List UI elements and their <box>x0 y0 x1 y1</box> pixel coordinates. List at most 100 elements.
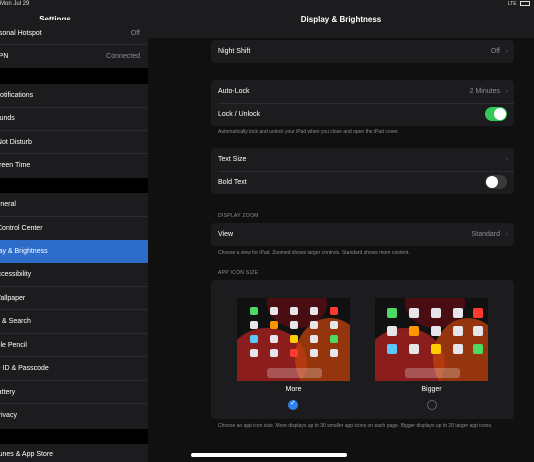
app-icon-bigger-preview[interactable] <box>375 298 488 381</box>
app-icon <box>431 326 441 336</box>
app-icon <box>310 335 318 343</box>
battery-icon <box>520 1 530 7</box>
text-card: Text Size › Bold Text <box>211 148 514 194</box>
sidebar-item-control-center[interactable]: Control Center <box>0 217 148 240</box>
app-icon <box>409 308 419 318</box>
sidebar-item-label: Face ID & Passcode <box>0 365 49 372</box>
checkmark-icon: ✓ <box>290 400 296 407</box>
sidebar-item-general[interactable]: General <box>0 193 148 216</box>
sidebar-item-label: General <box>0 201 16 208</box>
option-more-radio[interactable]: ✓ <box>288 400 298 410</box>
app-icon-footnote: Choose an app icon size. More displays u… <box>218 423 493 429</box>
sidebar-item-do-not-disturb[interactable]: Do Not Disturb <box>0 131 148 154</box>
row-label: Lock / Unlock <box>218 111 261 118</box>
sidebar-item-apple-pencil[interactable]: Apple Pencil <box>0 334 148 357</box>
app-icon <box>431 308 441 318</box>
sidebar-item-label: Accessibility <box>0 271 32 278</box>
app-icon <box>387 344 397 354</box>
sidebar-item-label: Privacy <box>0 412 17 419</box>
app-icon <box>409 344 419 354</box>
chevron-right-icon: › <box>505 231 508 238</box>
row-label: Text Size <box>218 156 247 163</box>
view-footnote: Choose a view for iPad. Zoomed shows lar… <box>218 250 410 256</box>
sidebar-item-screen-time[interactable]: Screen Time <box>0 154 148 177</box>
bold-text-row: Bold Text <box>211 171 514 194</box>
row-value: 2 Minutes <box>469 88 500 95</box>
lock-card: Auto-Lock 2 Minutes › Lock / Unlock <box>211 80 514 126</box>
app-icon <box>330 335 338 343</box>
app-icon <box>290 349 298 357</box>
night-shift-row[interactable]: Night Shift Off › <box>211 40 514 63</box>
app-icon <box>473 308 483 318</box>
sidebar: Mon Jul 29 Settings Personal Hotspot Off… <box>0 0 148 462</box>
sidebar-item-itunes-app-store[interactable]: iTunes & App Store <box>0 443 148 462</box>
app-icon <box>330 307 338 315</box>
sidebar-item-siri-search[interactable]: Siri & Search <box>0 310 148 333</box>
sidebar-item-battery[interactable]: Battery <box>0 381 148 404</box>
app-icon <box>250 349 258 357</box>
app-icon <box>453 326 463 336</box>
app-icon-grid <box>375 298 488 381</box>
app-icon-more-preview[interactable] <box>237 298 350 381</box>
app-icon <box>290 321 298 329</box>
page-title: Display & Brightness <box>300 15 382 24</box>
sidebar-item-face-id-passcode[interactable]: Face ID & Passcode <box>0 357 148 380</box>
sidebar-item-label: Display & Brightness <box>0 248 48 255</box>
app-icon <box>453 308 463 318</box>
app-icon <box>250 307 258 315</box>
bold-text-toggle[interactable] <box>485 175 507 189</box>
option-bigger-radio[interactable] <box>427 400 437 410</box>
sidebar-item-wallpaper[interactable]: Wallpaper <box>0 287 148 310</box>
sidebar-item-personal-hotspot[interactable]: Personal Hotspot Off <box>0 22 148 45</box>
sidebar-item-label: Siri & Search <box>0 318 31 325</box>
sidebar-item-accessibility[interactable]: Accessibility <box>0 263 148 286</box>
app-icon <box>290 335 298 343</box>
app-icon <box>270 335 278 343</box>
app-icon <box>270 321 278 329</box>
view-row[interactable]: View Standard › <box>211 223 514 246</box>
option-bigger-label: Bigger <box>421 386 442 393</box>
row-label: Night Shift <box>218 48 251 55</box>
text-size-row[interactable]: Text Size › <box>211 148 514 171</box>
detail-pane: LTE Display & Brightness Night Shift Off… <box>148 0 534 462</box>
lock-footnote: Automatically lock and unlock your iPad … <box>218 129 399 135</box>
view-card: View Standard › <box>211 223 514 246</box>
app-icon <box>453 344 463 354</box>
sidebar-item-label: Do Not Disturb <box>0 139 32 146</box>
app-icon <box>310 349 318 357</box>
row-value: Off <box>490 48 500 55</box>
sidebar-item-vpn[interactable]: VPN Connected <box>0 45 148 68</box>
night-shift-card: Night Shift Off › <box>211 40 514 63</box>
sidebar-item-label: Notifications <box>0 92 34 99</box>
auto-lock-row[interactable]: Auto-Lock 2 Minutes › <box>211 80 514 103</box>
home-indicator[interactable] <box>191 453 347 457</box>
app-icon <box>270 349 278 357</box>
sidebar-item-display-brightness[interactable]: Display & Brightness <box>0 240 148 263</box>
sidebar-item-value: Off <box>130 30 140 37</box>
app-icon <box>250 335 258 343</box>
dock <box>267 368 322 378</box>
app-icon <box>330 349 338 357</box>
toggle-knob <box>486 176 498 188</box>
sidebar-item-label: Apple Pencil <box>0 342 27 349</box>
sidebar-item-value: Connected <box>106 53 140 60</box>
lock-unlock-toggle[interactable] <box>485 107 507 121</box>
sidebar-item-sounds[interactable]: Sounds <box>0 107 148 130</box>
sidebar-item-label: Sounds <box>0 115 15 122</box>
signal-label: LTE <box>507 1 517 7</box>
sidebar-item-label: Battery <box>0 389 16 396</box>
app-icon <box>473 326 483 336</box>
sidebar-item-label: iTunes & App Store <box>0 451 54 458</box>
sidebar-item-privacy[interactable]: Privacy <box>0 404 148 427</box>
display-zoom-header: DISPLAY ZOOM <box>218 213 259 219</box>
app-icon <box>330 321 338 329</box>
navigation-bar: LTE Display & Brightness <box>148 0 534 38</box>
app-icon <box>387 326 397 336</box>
row-label: Auto-Lock <box>218 88 250 95</box>
status-indicators: LTE <box>508 1 530 7</box>
sidebar-item-label: Control Center <box>0 225 43 232</box>
app-icon <box>250 321 258 329</box>
chevron-right-icon: › <box>505 48 508 55</box>
sidebar-item-notifications[interactable]: Notifications <box>0 84 148 107</box>
app-icon-size-header: APP ICON SIZE <box>218 270 259 276</box>
